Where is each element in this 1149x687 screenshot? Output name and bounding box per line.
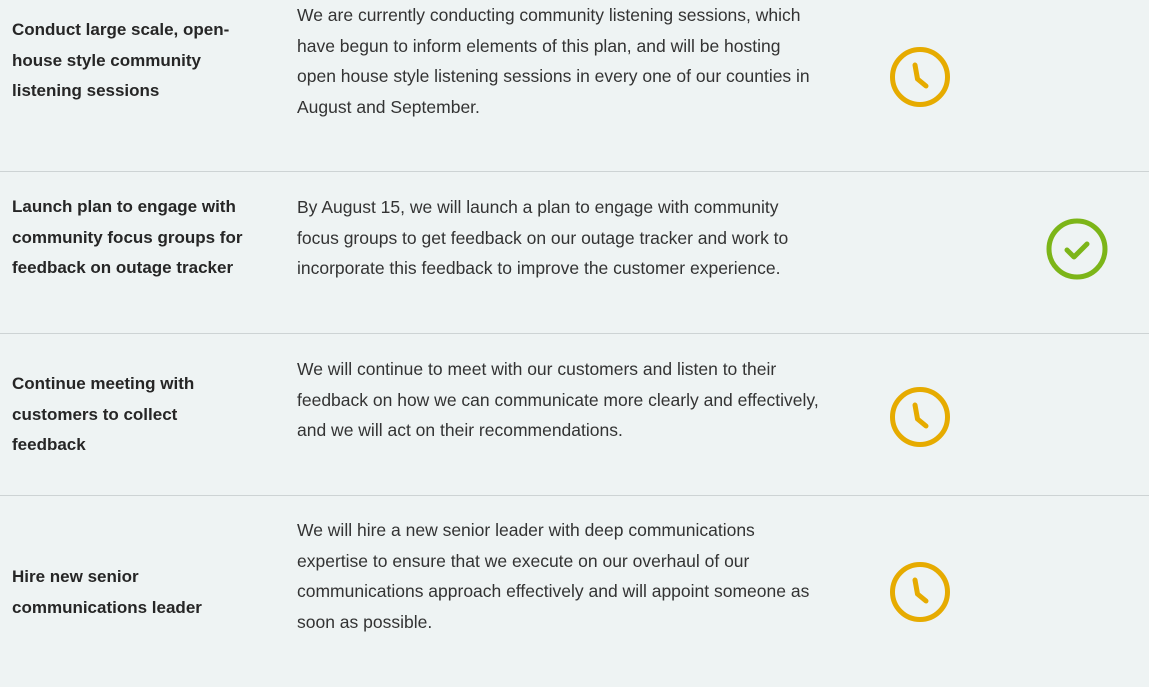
- row-description: We will continue to meet with our custom…: [297, 359, 819, 440]
- clock-icon: [888, 560, 952, 624]
- table-row: Hire new senior communications leader We…: [0, 496, 1149, 687]
- checkmark-circle-icon: [1045, 217, 1109, 281]
- table-row: Conduct large scale, open-house style co…: [0, 0, 1149, 172]
- action-plan-table: Conduct large scale, open-house style co…: [0, 0, 1149, 687]
- row-title: Launch plan to engage with community foc…: [12, 197, 243, 277]
- row-description: We will hire a new senior leader with de…: [297, 520, 810, 632]
- row-description: We are currently conducting community li…: [297, 5, 810, 117]
- row-title: Hire new senior communications leader: [12, 567, 202, 617]
- row-title: Conduct large scale, open-house style co…: [12, 20, 230, 100]
- table-row: Continue meeting with customers to colle…: [0, 334, 1149, 496]
- clock-icon: [888, 385, 952, 449]
- row-description: By August 15, we will launch a plan to e…: [297, 197, 789, 278]
- table-row: Launch plan to engage with community foc…: [0, 172, 1149, 334]
- clock-icon: [888, 45, 952, 109]
- row-title: Continue meeting with customers to colle…: [12, 374, 195, 454]
